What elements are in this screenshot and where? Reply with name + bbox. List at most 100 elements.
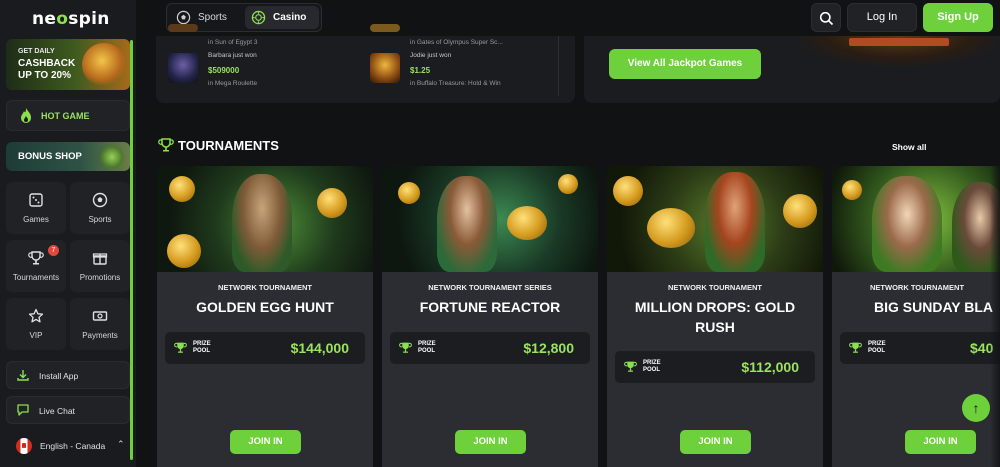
gift-icon (92, 253, 108, 265)
language-selector[interactable]: English - Canada ⌃ (6, 433, 130, 459)
search-icon (819, 11, 834, 26)
tournament-name: FORTUNE REACTOR (419, 299, 561, 315)
live-chat-button[interactable]: Live Chat (6, 396, 130, 424)
winner-game: in Buffalo Treasure: Hold & Win (410, 80, 501, 87)
tournament-card[interactable]: NETWORK TOURNAMENT GOLDEN EGG HUNT PRIZE… (157, 166, 373, 467)
trophy-icon (174, 342, 187, 353)
top-bar: Sports Casino Log In Sign Up (141, 0, 1000, 35)
sidebar-scrollbar[interactable] (130, 40, 133, 460)
flame-icon (21, 108, 31, 123)
neospin-logo[interactable]: neospin (32, 9, 110, 29)
app-root: neospin GET DAILY CASHBACK UP TO 20% HOT… (0, 0, 1000, 467)
join-in-button[interactable]: JOIN IN (905, 430, 976, 454)
install-app-button[interactable]: Install App (6, 361, 130, 389)
prize-pool-label: PRIZE POOL (418, 341, 436, 354)
install-app-label: Install App (39, 371, 79, 381)
sidebar-item-promotions[interactable]: Promotions (70, 240, 130, 292)
joker-character-graphic (872, 176, 942, 272)
prize-pool-box: PRIZE POOL $40 (840, 332, 1000, 364)
join-in-button[interactable]: JOIN IN (455, 430, 526, 454)
scroll-to-top-button[interactable]: ↑ (962, 394, 990, 422)
sidebar-item-label: Tournaments (12, 273, 60, 282)
gold-coin-graphic (398, 182, 420, 204)
piggy-bank-graphic (507, 206, 547, 240)
gold-coin-graphic (558, 174, 578, 194)
sidebar-item-payments[interactable]: Payments (70, 298, 130, 350)
sidebar-item-tournaments[interactable]: 7 Tournaments (6, 240, 66, 292)
download-icon (17, 370, 29, 381)
tournament-type: NETWORK TOURNAMENT (667, 283, 763, 292)
trophy-icon (158, 138, 174, 152)
game-thumbnail[interactable] (370, 24, 400, 32)
soccer-ball-icon (92, 192, 108, 208)
sidebar-item-label: Payments (82, 331, 118, 340)
winner-column: in Sun of Egypt 3 Barbara just won $5090… (166, 24, 356, 103)
tournament-card[interactable]: NETWORK TOURNAMENT SERIES FORTUNE REACTO… (382, 166, 598, 467)
tournament-type: NETWORK TOURNAMENT SERIES (428, 283, 552, 292)
tab-label: Casino (273, 12, 307, 23)
winner-previous-game: in Sun of Egypt 3 (208, 39, 258, 46)
prize-pool-box: PRIZE POOL $144,000 (165, 332, 365, 364)
gold-coin-graphic (783, 194, 817, 228)
scroll-divider (558, 36, 559, 96)
tournament-name: MILLION DROPS: GOLD RUSH (634, 299, 796, 335)
prize-pool-amount: $144,000 (290, 340, 349, 356)
sidebar-item-games[interactable]: Games (6, 182, 66, 234)
cashback-promo-banner[interactable]: GET DAILY CASHBACK UP TO 20% (6, 39, 130, 90)
trophy-icon (624, 361, 637, 372)
sidebar-item-sports[interactable]: Sports (70, 182, 130, 234)
log-in-button[interactable]: Log In (847, 3, 917, 32)
bonus-shop-artwork (100, 145, 124, 169)
winner-previous-game: in Gates of Olympus Super Sc... (410, 39, 503, 46)
join-in-button[interactable]: JOIN IN (680, 430, 751, 454)
cash-icon (92, 311, 108, 321)
language-label: English - Canada (40, 441, 106, 451)
sidebar: neospin GET DAILY CASHBACK UP TO 20% HOT… (0, 0, 136, 467)
tab-casino[interactable]: Casino (245, 6, 319, 29)
tournament-type: NETWORK TOURNAMENT (870, 283, 965, 292)
trophy-icon (28, 251, 44, 265)
tournament-name: GOLDEN EGG HUNT (196, 299, 334, 315)
star-icon (28, 308, 44, 323)
search-button[interactable] (811, 3, 841, 32)
prize-pool-label: PRIZE POOL (193, 341, 211, 354)
sign-up-button[interactable]: Sign Up (923, 3, 993, 32)
prize-pool-label: PRIZE POOL (868, 341, 886, 354)
game-thumbnail[interactable] (370, 53, 400, 83)
chat-icon (17, 404, 29, 416)
bonus-shop-banner[interactable]: BONUS SHOP (6, 142, 130, 171)
leprechaun-character-graphic (705, 172, 765, 272)
tournament-artwork (157, 166, 373, 272)
sidebar-item-vip[interactable]: VIP (6, 298, 66, 350)
bonus-shop-label: BONUS SHOP (18, 151, 82, 162)
cashback-artwork (82, 43, 126, 87)
tournament-card[interactable]: NETWORK TOURNAMENT MILLION DROPS: GOLD R… (607, 166, 823, 467)
hot-game-button[interactable]: HOT GAME (6, 100, 130, 131)
winner-name: Barbara just won (208, 52, 257, 59)
prize-pool-amount: $112,000 (741, 359, 799, 375)
tournament-type: NETWORK TOURNAMENT (217, 283, 313, 292)
view-all-jackpot-games-button[interactable]: View All Jackpot Games (609, 49, 761, 79)
rabbit-character-graphic (232, 174, 292, 272)
sidebar-item-label: Promotions (79, 273, 121, 282)
game-thumbnail[interactable] (168, 53, 198, 83)
prize-pool-amount: $12,800 (523, 340, 574, 356)
sidebar-item-label: VIP (29, 331, 43, 340)
winner-amount: $509000 (208, 66, 240, 75)
canada-flag-icon (16, 438, 32, 454)
prize-pool-label: PRIZE POOL (643, 360, 661, 373)
join-in-button[interactable]: JOIN IN (230, 430, 301, 454)
tournament-name: BIG SUNDAY BLA (874, 299, 994, 315)
jester-character-graphic (437, 176, 497, 272)
winner-game: in Mega Roulette (208, 80, 258, 87)
winner-column: in Gates of Olympus Super Sc... Jodie ju… (368, 24, 558, 103)
cashback-line3: UP TO 20% (18, 70, 71, 81)
show-all-link[interactable]: Show all (892, 142, 926, 152)
sidebar-item-label: Games (23, 215, 49, 224)
cashback-line1: GET DAILY (18, 48, 55, 55)
tournaments-title: TOURNAMENTS (178, 138, 279, 153)
winner-name: Jodie just won (410, 52, 452, 59)
soccer-ball-icon (176, 10, 191, 25)
game-thumbnail[interactable] (168, 24, 198, 32)
winner-amount: $1.25 (410, 66, 431, 75)
